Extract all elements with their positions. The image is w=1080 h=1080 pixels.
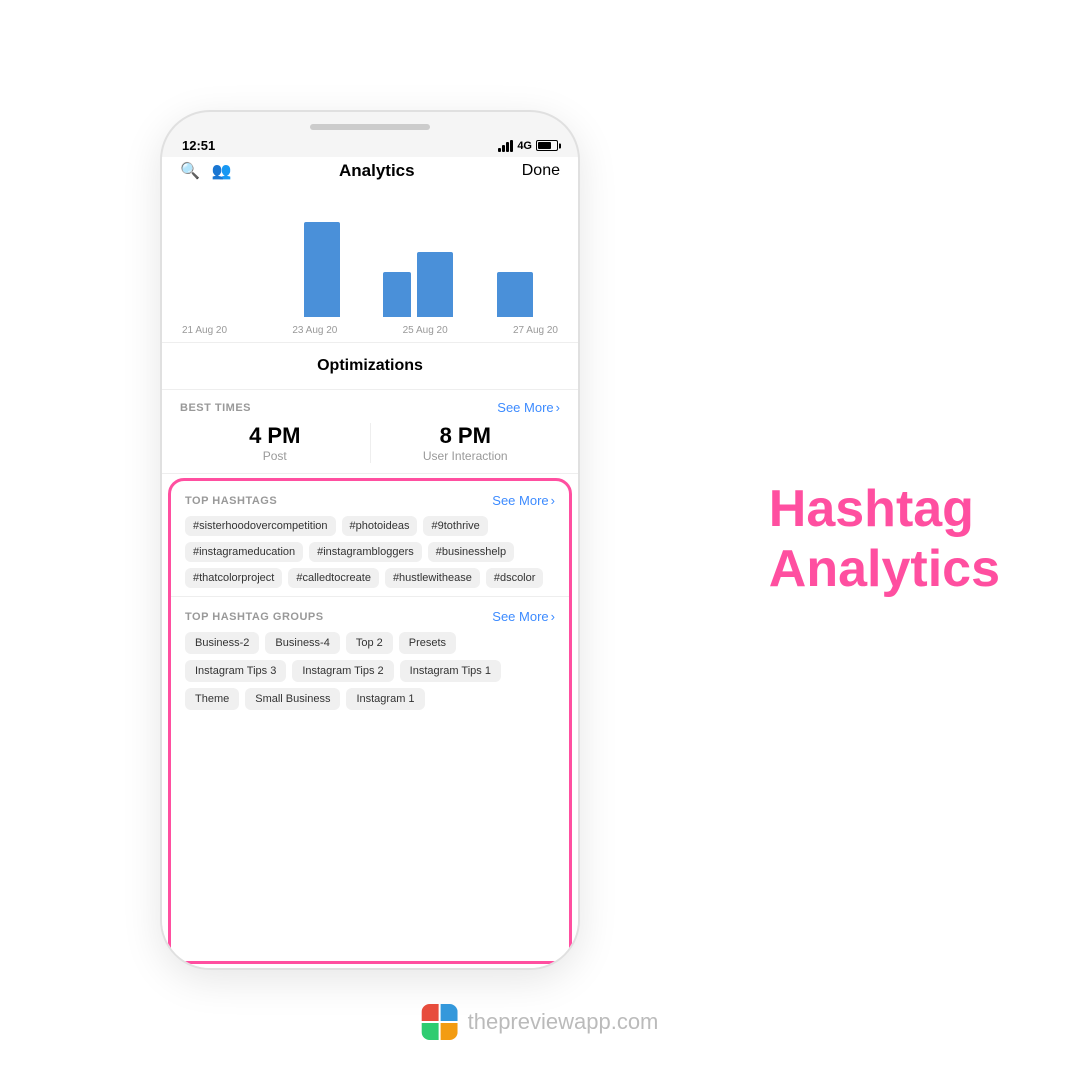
- group-tag-0: Business-2: [185, 632, 259, 654]
- chart-area: 21 Aug 20 23 Aug 20 25 Aug 20 27 Aug 20: [162, 191, 578, 343]
- brand-logo-icon: [422, 1004, 458, 1040]
- hashtag-tag-4: #instagrambloggers: [309, 542, 422, 562]
- chart-bar-23: [304, 222, 340, 317]
- group-tag-5: Instagram Tips 2: [292, 660, 393, 682]
- post-time-value: 4 PM: [180, 423, 370, 449]
- logo-q4: [441, 1023, 458, 1040]
- chart-bar-25b: [417, 252, 453, 317]
- group-tag-3: Presets: [399, 632, 456, 654]
- chevron-right-icon: ›: [556, 400, 560, 415]
- bottom-branding: thepreviewapp.com: [422, 1004, 659, 1040]
- search-icon[interactable]: [180, 161, 200, 181]
- hashtag-tags-list: #sisterhoodovercompetition #photoideas #…: [185, 516, 555, 588]
- brand-url: thepreviewapp.com: [468, 1009, 659, 1035]
- chart-bars: [182, 201, 558, 321]
- header-title: Analytics: [339, 161, 415, 181]
- chart-label-1: 23 Aug 20: [292, 325, 337, 336]
- phone-mockup: 12:51 4G Analytics Done: [160, 110, 580, 970]
- interaction-time-item: 8 PM User Interaction: [370, 423, 561, 463]
- header-left-icons: [180, 161, 232, 181]
- top-groups-see-more[interactable]: See More ›: [492, 609, 555, 624]
- top-groups-section: TOP HASHTAG GROUPS See More › Business-2…: [171, 597, 569, 718]
- best-times-label: BEST TIMES: [180, 402, 251, 414]
- post-time-item: 4 PM Post: [180, 423, 370, 463]
- app-header: Analytics Done: [162, 157, 578, 191]
- hashtag-analytics-heading: Hashtag Analytics: [769, 480, 1000, 600]
- hashtag-tag-5: #businesshelp: [428, 542, 514, 562]
- chart-label-0: 21 Aug 20: [182, 325, 227, 336]
- chevron-right-icon-3: ›: [551, 609, 555, 624]
- time-display: 12:51: [182, 138, 215, 153]
- chart-bar-25a: [383, 272, 411, 317]
- post-time-label: Post: [180, 449, 370, 463]
- top-hashtags-see-more[interactable]: See More ›: [492, 493, 555, 508]
- top-hashtags-header: TOP HASHTAGS See More ›: [185, 493, 555, 508]
- hashtag-tag-8: #hustlewithease: [385, 568, 480, 588]
- best-times-section: BEST TIMES See More › 4 PM Post 8 PM Use…: [162, 390, 578, 474]
- group-tag-7: Theme: [185, 688, 239, 710]
- hashtag-tag-0: #sisterhoodovercompetition: [185, 516, 336, 536]
- chevron-right-icon-2: ›: [551, 493, 555, 508]
- phone-content: 21 Aug 20 23 Aug 20 25 Aug 20 27 Aug 20 …: [162, 191, 578, 968]
- top-groups-header: TOP HASHTAG GROUPS See More ›: [185, 609, 555, 624]
- hashtag-tag-7: #calledtocreate: [288, 568, 379, 588]
- group-tag-4: Instagram Tips 3: [185, 660, 286, 682]
- battery-icon: [536, 140, 558, 151]
- done-button[interactable]: Done: [522, 162, 560, 180]
- group-tag-2: Top 2: [346, 632, 393, 654]
- interaction-time-value: 8 PM: [371, 423, 561, 449]
- group-tag-1: Business-4: [265, 632, 339, 654]
- top-hashtags-label: TOP HASHTAGS: [185, 495, 277, 507]
- chart-label-3: 27 Aug 20: [513, 325, 558, 336]
- chart-label-2: 25 Aug 20: [403, 325, 448, 336]
- status-bar: 12:51 4G: [162, 130, 578, 157]
- highlighted-section: TOP HASHTAGS See More › #sisterhoodoverc…: [168, 478, 572, 964]
- logo-q1: [422, 1004, 439, 1021]
- chart-bar-27: [497, 272, 533, 317]
- best-times-grid: 4 PM Post 8 PM User Interaction: [180, 423, 560, 463]
- group-tag-8: Small Business: [245, 688, 340, 710]
- optimizations-section: Optimizations: [162, 343, 578, 390]
- hashtag-tag-3: #instagrameducation: [185, 542, 303, 562]
- chart-labels: 21 Aug 20 23 Aug 20 25 Aug 20 27 Aug 20: [182, 321, 558, 336]
- hashtag-tag-1: #photoideas: [342, 516, 418, 536]
- logo-q2: [441, 1004, 458, 1021]
- best-times-see-more[interactable]: See More ›: [497, 400, 560, 415]
- group-tag-9: Instagram 1: [346, 688, 424, 710]
- hashtag-tag-9: #dscolor: [486, 568, 544, 588]
- people-icon[interactable]: [212, 161, 232, 181]
- group-tag-6: Instagram Tips 1: [400, 660, 501, 682]
- network-type: 4G: [517, 140, 532, 152]
- page-wrapper: 12:51 4G Analytics Done: [0, 0, 1080, 1080]
- hashtag-tag-2: #9tothrive: [423, 516, 487, 536]
- logo-q3: [422, 1023, 439, 1040]
- interaction-time-label: User Interaction: [371, 449, 561, 463]
- optimizations-title: Optimizations: [182, 357, 558, 375]
- top-groups-label: TOP HASHTAG GROUPS: [185, 611, 324, 623]
- signal-bars-icon: [498, 140, 513, 152]
- top-hashtags-section: TOP HASHTAGS See More › #sisterhoodoverc…: [171, 481, 569, 597]
- right-heading: Hashtag Analytics: [769, 480, 1000, 600]
- status-icons: 4G: [498, 140, 558, 152]
- best-times-header: BEST TIMES See More ›: [180, 400, 560, 415]
- group-tags-list: Business-2 Business-4 Top 2 Presets Inst…: [185, 632, 555, 710]
- hashtag-tag-6: #thatcolorproject: [185, 568, 282, 588]
